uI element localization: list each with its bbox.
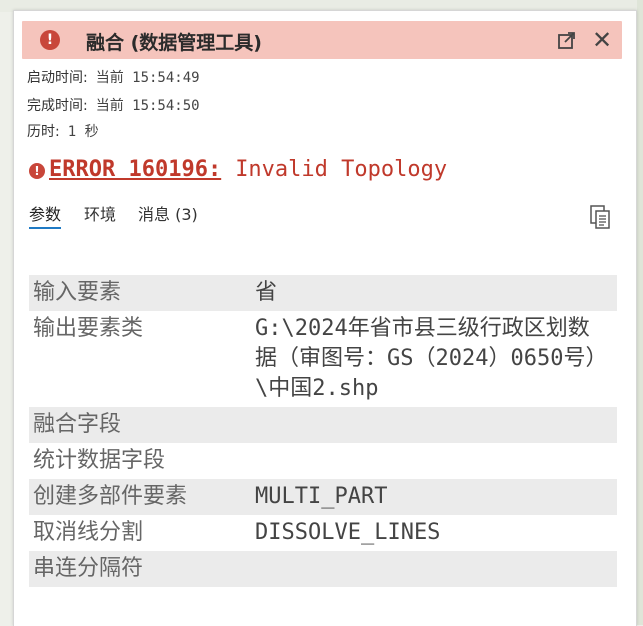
error-line: ! ERROR 160196: Invalid Topology bbox=[29, 157, 447, 182]
parameter-row: 串连分隔符 bbox=[29, 551, 617, 587]
parameter-row: 取消线分割 DISSOLVE_LINES bbox=[29, 515, 617, 551]
parameter-name: 输出要素类 bbox=[33, 316, 144, 341]
parameter-value: MULTI_PART bbox=[255, 484, 388, 509]
tab-parameters[interactable]: 参数 bbox=[29, 201, 62, 229]
end-time-value: 当前 15:54:50 bbox=[95, 98, 200, 114]
end-time-row: 完成时间: 当前 15:54:50 bbox=[27, 95, 200, 115]
parameter-value: G:\2024年省市县三级行政区划数据（审图号：GS（2024）0650号）\中… bbox=[255, 316, 608, 401]
parameter-name: 融合字段 bbox=[33, 412, 122, 437]
parameter-name: 串连分隔符 bbox=[33, 556, 144, 581]
duration-label: 历时: bbox=[27, 124, 60, 140]
parameter-row: 融合字段 bbox=[29, 407, 617, 443]
close-icon[interactable]: ✕ bbox=[590, 28, 614, 52]
error-icon: ! bbox=[29, 162, 45, 179]
start-time-label: 启动时间: bbox=[27, 70, 88, 86]
duration-row: 历时: 1 秒 bbox=[27, 121, 99, 141]
parameter-row: 统计数据字段 bbox=[29, 443, 617, 479]
copy-icon[interactable] bbox=[588, 203, 612, 231]
parameter-value bbox=[255, 410, 617, 440]
parameters-table: 输入要素 省 输出要素类 G:\2024年省市县三级行政区划数据（审图号：GS（… bbox=[29, 275, 617, 587]
tab-messages[interactable]: 消息 (3) bbox=[138, 201, 198, 225]
error-code-link[interactable]: ERROR 160196: bbox=[49, 157, 221, 182]
parameter-value: DISSOLVE_LINES bbox=[255, 520, 441, 545]
geoprocessing-result-popup: ! 融合 (数据管理工具) ✕ 启动时间: 当前 15:54:49 完成时间: 当前… bbox=[13, 10, 637, 626]
parameter-name: 统计数据字段 bbox=[33, 448, 166, 473]
parameter-name: 创建多部件要素 bbox=[33, 484, 188, 509]
parameter-row: 创建多部件要素 MULTI_PART bbox=[29, 479, 617, 515]
tab-environments[interactable]: 环境 bbox=[84, 201, 116, 225]
error-message: Invalid Topology bbox=[235, 157, 448, 182]
parameter-name: 取消线分割 bbox=[33, 520, 144, 545]
start-time-value: 当前 15:54:49 bbox=[95, 70, 200, 86]
end-time-label: 完成时间: bbox=[27, 98, 88, 114]
parameter-value bbox=[255, 446, 617, 476]
map-background-edge bbox=[637, 0, 643, 625]
start-time-row: 启动时间: 当前 15:54:49 bbox=[27, 67, 200, 87]
popup-header: ! 融合 (数据管理工具) ✕ bbox=[22, 21, 622, 59]
error-status-icon: ! bbox=[40, 30, 60, 50]
duration-value: 1 秒 bbox=[67, 124, 99, 140]
parameter-row: 输入要素 省 bbox=[29, 275, 617, 311]
parameter-value bbox=[255, 554, 617, 584]
popout-icon[interactable] bbox=[556, 29, 578, 51]
parameter-row: 输出要素类 G:\2024年省市县三级行政区划数据（审图号：GS（2024）06… bbox=[29, 311, 617, 407]
tool-title: 融合 (数据管理工具) bbox=[86, 32, 262, 54]
parameter-name: 输入要素 bbox=[33, 280, 122, 305]
parameter-value: 省 bbox=[255, 280, 278, 305]
